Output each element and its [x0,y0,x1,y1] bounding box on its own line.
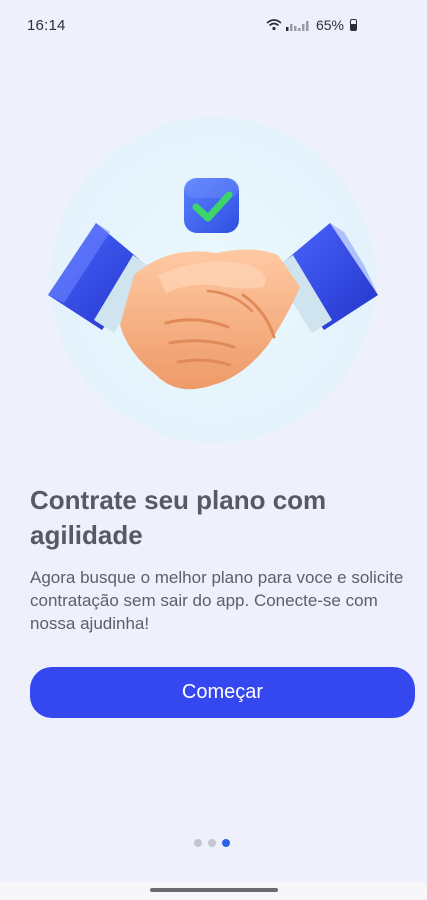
wifi-icon [266,19,282,31]
page-dot-3-active[interactable] [222,839,230,847]
page-dot-2[interactable] [208,839,216,847]
onboarding-title: Contrate seu plano com agilidade [30,485,327,550]
checkmark-badge-icon [184,178,239,233]
onboarding-description: Agora busque o melhor plano para voce e … [30,568,404,633]
battery-icon [350,19,357,31]
navigation-bar [0,882,427,900]
battery-percent: 65% [315,17,344,33]
status-bar: 16:14 65% [0,0,427,52]
status-time: 16:14 [27,17,66,34]
page-indicator [194,839,230,847]
handshake-illustration [38,115,388,445]
status-icons: 65% [266,17,357,33]
page-dot-1[interactable] [194,839,202,847]
signal-icon [285,19,310,31]
start-button[interactable]: Começar [30,667,415,718]
home-handle[interactable] [150,888,278,892]
